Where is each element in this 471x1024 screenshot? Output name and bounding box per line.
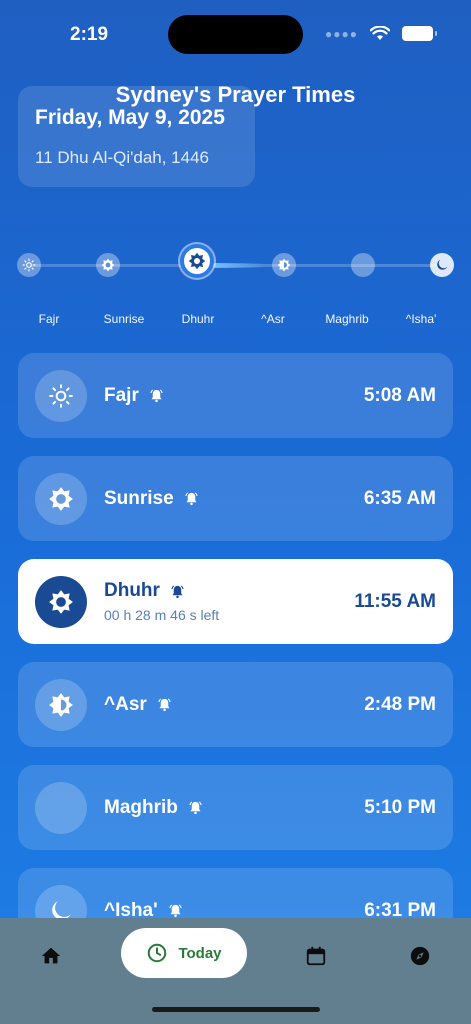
timeline-node-asr[interactable] xyxy=(272,253,296,277)
dynamic-island xyxy=(168,15,303,54)
status-icons: ●●●● xyxy=(325,26,437,41)
prayer-text: Maghrib xyxy=(104,797,364,819)
prayer-card-sunrise[interactable]: Sunrise 6:35 AM xyxy=(18,456,453,541)
timeline-label-asr: ^Asr xyxy=(261,312,285,326)
tab-today[interactable]: Today xyxy=(121,928,247,978)
status-time: 2:19 xyxy=(70,24,109,45)
timeline-node-isha[interactable] xyxy=(430,253,454,277)
tab-today-label: Today xyxy=(178,944,222,962)
prayer-name: Fajr xyxy=(104,384,139,406)
timeline-label-isha: ^Isha' xyxy=(405,312,437,326)
prayer-text: Fajr xyxy=(104,385,364,407)
prayer-time: 6:35 AM xyxy=(363,487,436,509)
prayer-card-asr[interactable]: ^Asr 2:48 PM xyxy=(18,662,453,747)
bell-icon[interactable] xyxy=(149,388,164,403)
hijri-date: 11 Dhu Al-Qi'dah, 1446 xyxy=(35,148,209,167)
prayer-name-row: ^Asr xyxy=(104,694,364,716)
prayer-time: 2:48 PM xyxy=(364,693,436,715)
prayer-name: Dhuhr xyxy=(104,580,160,601)
half-sun-icon xyxy=(277,258,291,272)
timeline-node-fajr[interactable] xyxy=(17,253,41,277)
prayer-card-dhuhr[interactable]: Dhuhr 00 h 28 m 46 s left 11:55 AM xyxy=(18,559,453,644)
prayer-time: 11:55 AM xyxy=(354,590,436,612)
prayer-name-row: Maghrib xyxy=(104,797,364,819)
timeline-label-fajr: Fajr xyxy=(38,312,60,326)
bell-icon[interactable] xyxy=(170,584,185,599)
compass-icon xyxy=(410,946,430,966)
sun-icon xyxy=(49,589,73,614)
timeline-node-sunrise[interactable] xyxy=(96,253,120,277)
prayer-countdown: 00 h 28 m 46 s left xyxy=(104,607,220,623)
prayer-name: Sunrise xyxy=(104,487,174,509)
bell-icon[interactable] xyxy=(184,491,199,506)
prayer-icon xyxy=(35,781,87,834)
tab-home[interactable] xyxy=(28,933,74,979)
prayer-icon xyxy=(35,369,87,422)
crescent-icon xyxy=(364,259,370,271)
moon-night-icon xyxy=(437,259,448,270)
clock-icon xyxy=(148,943,167,963)
gregorian-date: Friday, May 9, 2025 xyxy=(35,106,225,129)
calendar-icon xyxy=(306,946,326,966)
timeline-label-sunrise: Sunrise xyxy=(103,312,145,326)
sun-icon xyxy=(101,258,115,272)
prayer-icon xyxy=(35,575,87,628)
signal-icon: ●●●● xyxy=(325,26,358,41)
prayer-name-row: Fajr xyxy=(104,385,364,407)
tab-calendar[interactable] xyxy=(293,933,339,979)
sun-outline-icon xyxy=(22,258,36,272)
timeline-label-maghrib: Maghrib xyxy=(325,312,369,326)
bell-icon[interactable] xyxy=(188,800,203,815)
prayer-card-fajr[interactable]: Fajr 5:08 AM xyxy=(18,353,453,438)
timeline-node-maghrib[interactable] xyxy=(351,253,375,277)
prayer-time: 5:10 PM xyxy=(364,796,436,818)
home-icon xyxy=(41,947,61,964)
prayer-name: Maghrib xyxy=(104,796,178,818)
prayer-text: Sunrise xyxy=(104,488,364,510)
half-sun-icon xyxy=(49,692,73,717)
tab-qibla[interactable] xyxy=(397,933,443,979)
timeline-node-dhuhr[interactable] xyxy=(180,244,214,278)
crescent-icon xyxy=(63,797,73,818)
bell-icon[interactable] xyxy=(157,697,172,712)
timeline-label-dhuhr: Dhuhr xyxy=(181,312,215,326)
status-bar: 2:19 ●●●● xyxy=(0,0,471,70)
sun-icon xyxy=(188,252,206,270)
timeline-progress xyxy=(213,263,265,268)
prayer-name-row: Sunrise xyxy=(104,488,364,510)
prayer-name-row: Dhuhr xyxy=(104,580,354,602)
battery-icon xyxy=(402,26,437,41)
page-title: Sydney's Prayer Times xyxy=(115,82,356,107)
prayer-time: 5:08 AM xyxy=(363,384,436,406)
prayer-icon xyxy=(35,472,87,525)
wifi-icon xyxy=(370,26,390,40)
prayer-name: ^Asr xyxy=(104,693,147,715)
sun-icon xyxy=(49,486,73,511)
prayer-card-maghrib[interactable]: Maghrib 5:10 PM xyxy=(18,765,453,850)
prayer-timeline: Fajr Sunrise Dhuhr ^Asr Maghrib ^Isha' xyxy=(0,240,471,330)
prayer-text: Dhuhr 00 h 28 m 46 s left xyxy=(104,580,354,623)
prayer-icon xyxy=(35,678,87,731)
prayer-text: ^Asr xyxy=(104,694,364,716)
bell-icon[interactable] xyxy=(168,903,183,918)
sun-outline-icon xyxy=(49,383,73,408)
home-indicator xyxy=(152,1007,320,1012)
